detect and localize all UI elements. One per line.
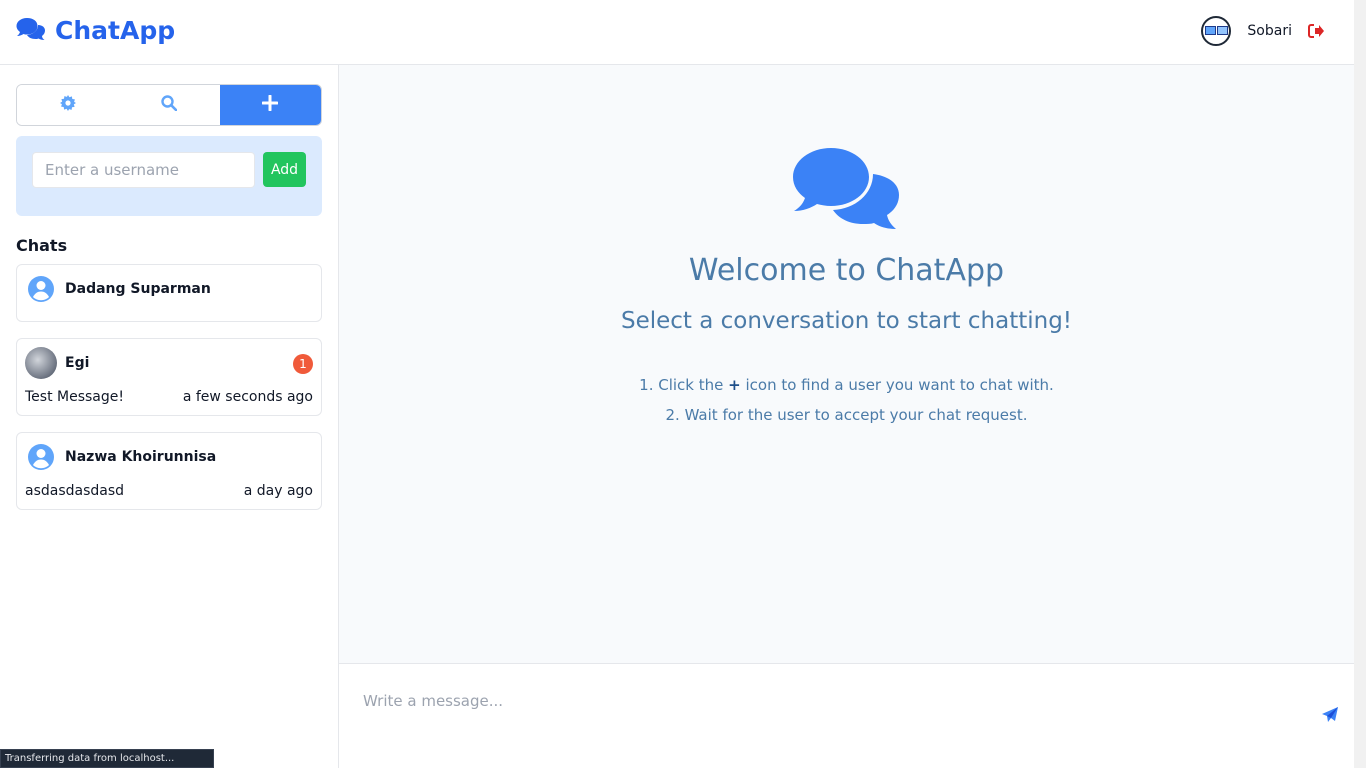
brand-name: ChatApp — [55, 16, 176, 45]
chat-last-message: asdasdasdasd — [25, 483, 125, 499]
search-icon — [161, 95, 178, 115]
user-menu: Sobari — [1201, 16, 1324, 46]
add-user-button[interactable]: Add — [263, 152, 306, 187]
chat-timestamp: a few seconds ago — [182, 389, 313, 405]
username-input[interactable] — [32, 152, 255, 188]
avatar — [25, 347, 57, 379]
chats-heading: Chats — [16, 236, 68, 255]
user-name: Sobari — [1247, 23, 1292, 39]
chat-list-item[interactable]: Nazwa Khoirunnisa asdasdasdasd a day ago — [16, 432, 322, 510]
welcome-subtitle: Select a conversation to start chatting! — [620, 308, 1073, 334]
brand[interactable]: ChatApp — [16, 16, 175, 45]
chat-name: Dadang Suparman — [65, 281, 211, 297]
scrollbar[interactable] — [1354, 0, 1366, 768]
chat-name: Egi — [65, 355, 90, 371]
welcome-title: Welcome to ChatApp — [688, 253, 1005, 288]
user-circle-icon — [25, 441, 57, 473]
paper-plane-icon — [1321, 706, 1339, 724]
message-composer — [339, 663, 1354, 768]
sidebar-tabs — [16, 84, 322, 126]
instruction-step-2: 2. Wait for the user to accept your chat… — [339, 406, 1354, 424]
comments-icon — [791, 146, 903, 232]
instruction-text: 1. Click the — [639, 376, 729, 394]
chat-list-item[interactable]: Dadang Suparman — [16, 264, 322, 322]
instruction-step-1: 1. Click the + icon to find a user you w… — [339, 376, 1354, 394]
chat-list-item[interactable]: Egi 1 Test Message! a few seconds ago — [16, 338, 322, 416]
chat-last-message: Test Message! — [25, 389, 124, 405]
sidebar: Add Chats Dadang Suparman Egi 1 Test Mes… — [0, 65, 339, 768]
tab-add-user[interactable] — [219, 85, 321, 125]
plus-icon — [261, 94, 279, 115]
add-user-panel: Add — [16, 136, 322, 216]
chat-timestamp: a day ago — [243, 483, 313, 499]
instruction-text: icon to find a user you want to chat wit… — [740, 376, 1054, 394]
user-circle-icon — [25, 273, 57, 305]
send-button[interactable] — [1321, 706, 1339, 724]
tab-search[interactable] — [118, 85, 220, 125]
avatar[interactable] — [1201, 16, 1232, 46]
instruction-plus: + — [728, 376, 741, 394]
gear-icon — [59, 95, 76, 115]
welcome-panel: Welcome to ChatApp Select a conversation… — [339, 65, 1354, 663]
comments-icon — [16, 17, 45, 45]
unread-badge: 1 — [293, 354, 313, 374]
tab-settings[interactable] — [17, 85, 119, 125]
instruction-text: 2. Wait for the user to accept your chat… — [665, 406, 1028, 424]
browser-status-bar: Transferring data from localhost... — [0, 749, 214, 768]
message-input[interactable] — [351, 684, 1291, 718]
sign-out-icon[interactable] — [1308, 24, 1324, 38]
chat-name: Nazwa Khoirunnisa — [65, 449, 217, 465]
app-header: ChatApp Sobari — [0, 0, 1354, 65]
